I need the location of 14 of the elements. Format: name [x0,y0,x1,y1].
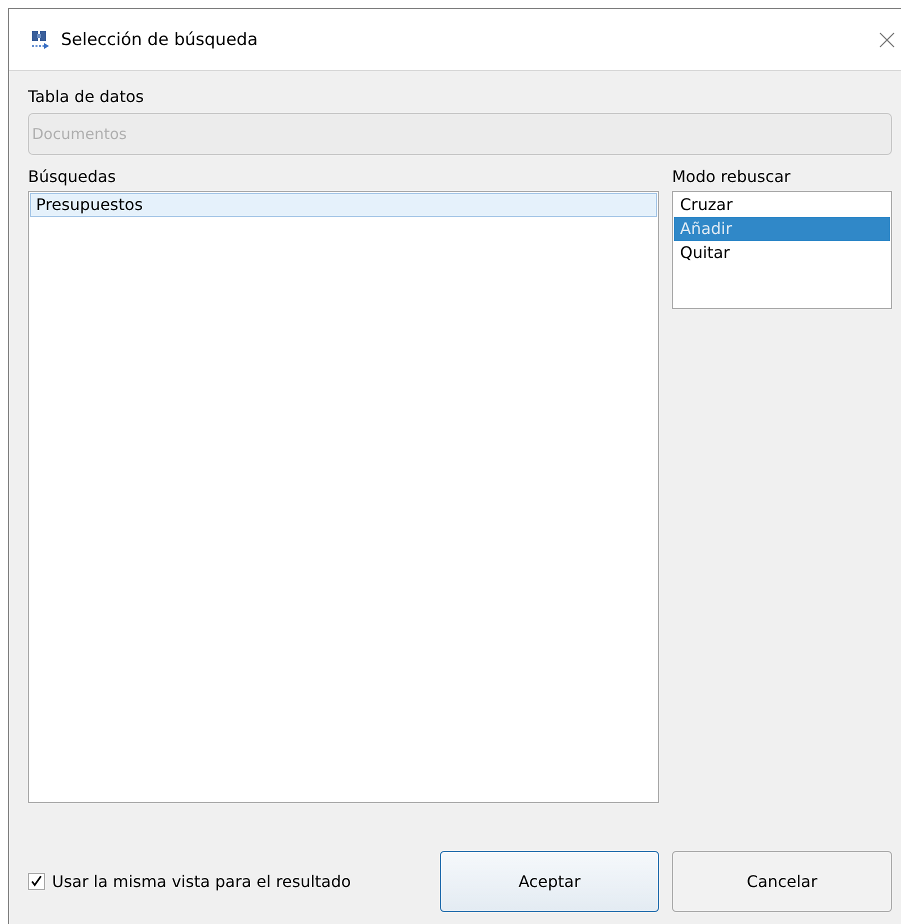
dialog-button[interactable]: Aceptar [440,851,659,912]
searches-list[interactable]: Presupuestos [28,191,659,803]
list-item[interactable]: Presupuestos [30,193,657,217]
field-label: Tabla de datos [28,86,145,108]
list-item[interactable]: Cruzar [674,193,890,217]
list-label: Búsquedas [28,166,117,188]
mode-list[interactable]: Cruzar Añadir Quitar [672,191,892,309]
dialog-button[interactable]: Cancelar [672,851,892,912]
checkbox-label[interactable]: Usar la misma vista para el resultado [52,872,351,891]
list-label: Modo rebuscar [672,166,792,188]
window-title: Selección de búsqueda [61,30,258,50]
close-icon[interactable] [877,30,897,50]
list-item[interactable]: Quitar [674,241,890,265]
checkbox[interactable] [28,873,45,890]
